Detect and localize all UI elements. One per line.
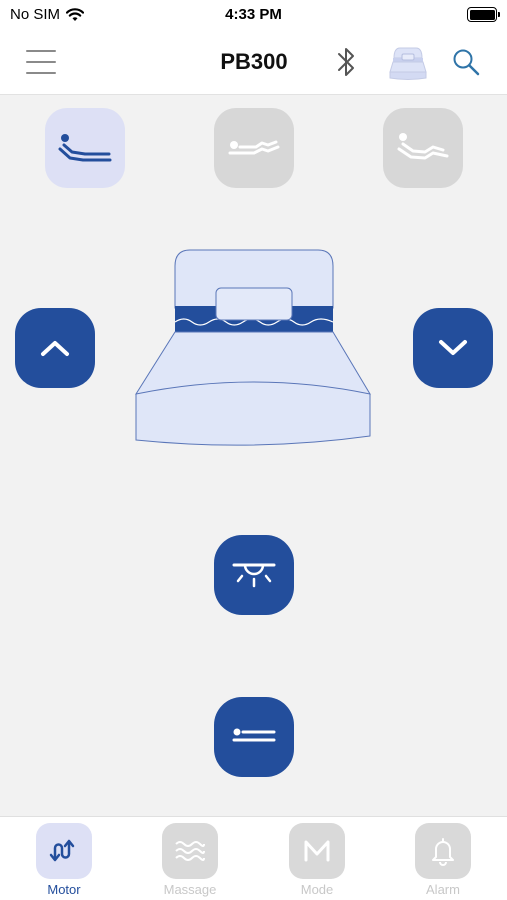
page-title: PB300 <box>220 49 288 74</box>
zero-gravity-icon <box>228 140 280 155</box>
chevron-up-icon <box>41 341 69 356</box>
mode-m-icon <box>289 823 345 879</box>
bed-illustration <box>135 249 371 446</box>
tab-mode[interactable]: Mode <box>272 823 362 900</box>
raise-up-button[interactable] <box>15 308 95 388</box>
bluetooth-icon[interactable] <box>333 44 359 80</box>
tab-label-alarm: Alarm <box>426 882 460 897</box>
tab-label-massage: Massage <box>163 882 217 897</box>
preset-flat-button[interactable] <box>45 108 125 188</box>
flat-position-button[interactable] <box>214 697 294 777</box>
status-time: 4:33 PM <box>225 6 282 23</box>
tab-label-mode: Mode <box>300 882 334 897</box>
hamburger-icon[interactable] <box>26 50 56 76</box>
preset-lounge-button[interactable] <box>383 108 463 188</box>
under-bed-light-button[interactable] <box>214 535 294 615</box>
motor-icon <box>36 823 92 879</box>
tab-motor[interactable]: Motor <box>19 823 109 900</box>
nav-bar: PB300 <box>0 32 507 95</box>
tab-alarm[interactable]: Alarm <box>398 823 488 900</box>
under-bed-light-icon <box>232 563 276 588</box>
chevron-down-icon <box>439 340 467 355</box>
battery-icon <box>467 7 500 22</box>
tab-massage[interactable]: Massage <box>145 823 235 900</box>
lounge-position-icon <box>397 133 449 160</box>
bed-status-icon[interactable] <box>386 44 430 82</box>
massage-waves-icon <box>162 823 218 879</box>
lower-down-button[interactable] <box>413 308 493 388</box>
flat-position-icon <box>232 728 276 742</box>
search-icon[interactable] <box>451 47 481 77</box>
tab-bar: Motor Massage Mode Alarm <box>0 816 507 900</box>
flat-lying-person-icon <box>58 134 112 162</box>
tab-label-motor: Motor <box>47 882 81 897</box>
status-bar: No SIM 4:33 PM <box>0 0 507 32</box>
preset-zero-gravity-button[interactable] <box>214 108 294 188</box>
bell-icon <box>415 823 471 879</box>
